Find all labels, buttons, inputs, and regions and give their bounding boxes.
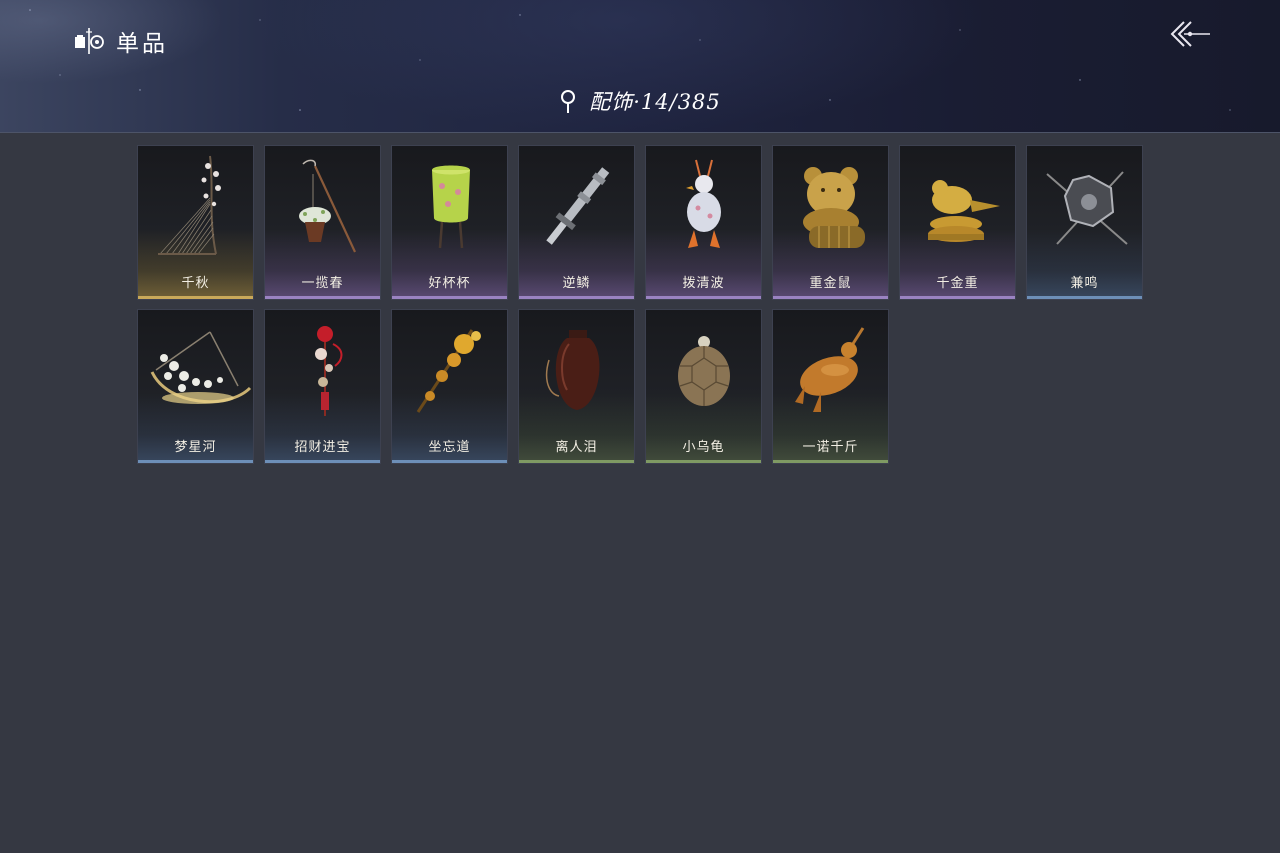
- item-name: 好杯杯: [428, 276, 471, 291]
- item-name: 一揽春: [301, 276, 344, 291]
- page-title-group: 单品: [72, 24, 168, 58]
- item-name: 千秋: [181, 276, 210, 291]
- item-card[interactable]: 重金鼠: [772, 145, 889, 300]
- golden-mouse-coins-icon: [803, 167, 865, 248]
- rarity-bar: [519, 460, 634, 463]
- rarity-bar: [392, 296, 507, 299]
- silver-sword-hilt-icon: [546, 167, 610, 245]
- item-name: 逆鳞: [562, 276, 591, 291]
- red-tassel-charm-icon: [315, 326, 343, 416]
- item-card[interactable]: 兼鸣: [1026, 145, 1143, 300]
- item-name: 小乌龟: [682, 440, 725, 455]
- item-card[interactable]: 好杯杯: [391, 145, 508, 300]
- rarity-bar: [773, 296, 888, 299]
- item-card[interactable]: 小乌龟: [645, 309, 762, 464]
- item-name: 兼鸣: [1070, 276, 1099, 291]
- item-name: 离人泪: [555, 440, 598, 455]
- rarity-bar: [265, 296, 380, 299]
- item-card[interactable]: 千金重: [899, 145, 1016, 300]
- item-name: 重金鼠: [809, 276, 852, 291]
- iron-shield-ornament-icon: [1046, 171, 1128, 245]
- wine-jar-icon: [545, 330, 600, 410]
- location-pin-icon: [561, 90, 576, 113]
- item-card[interactable]: 一揽春: [264, 145, 381, 300]
- item-card[interactable]: 离人泪: [518, 309, 635, 464]
- back-arrow-icon[interactable]: [1166, 18, 1212, 52]
- item-name: 梦星河: [174, 440, 217, 455]
- rarity-bar: [646, 296, 761, 299]
- collection-icon: [75, 28, 104, 54]
- roast-chicken-icon: [795, 327, 865, 412]
- item-card[interactable]: 拨清波: [645, 145, 762, 300]
- category-label: 配饰·14/385: [589, 90, 721, 114]
- green-cup-creature-icon: [432, 165, 470, 249]
- rarity-bar: [900, 296, 1015, 299]
- item-name: 坐忘道: [428, 440, 471, 455]
- page-title: 单品: [116, 31, 168, 57]
- golden-bird-coins-icon: [928, 180, 1000, 242]
- item-card[interactable]: 一诺千斤: [772, 309, 889, 464]
- item-name: 拨清波: [682, 276, 725, 291]
- harp-flower-branch-icon: [158, 155, 221, 255]
- flower-basket-pole-icon: [299, 159, 356, 253]
- turtle-icon: [678, 336, 730, 406]
- rarity-bar: [138, 460, 253, 463]
- item-name: 一诺千斤: [802, 440, 859, 455]
- rarity-bar: [519, 296, 634, 299]
- white-duck-icon: [686, 159, 721, 248]
- item-name: 千金重: [936, 276, 979, 291]
- rarity-bar: [646, 460, 761, 463]
- item-card[interactable]: 招财进宝: [264, 309, 381, 464]
- item-card[interactable]: 逆鳞: [518, 145, 635, 300]
- rarity-bar: [773, 460, 888, 463]
- item-name: 招财进宝: [294, 440, 351, 455]
- item-card[interactable]: 梦星河: [137, 309, 254, 464]
- rarity-bar: [265, 460, 380, 463]
- flower-swing-icon: [150, 331, 252, 404]
- item-card[interactable]: 坐忘道: [391, 309, 508, 464]
- item-card[interactable]: 千秋: [137, 145, 254, 300]
- rarity-bar: [1027, 296, 1142, 299]
- rarity-bar: [392, 460, 507, 463]
- header-banner: 单品 配饰·14/385: [0, 0, 1280, 133]
- category-indicator: 配饰·14/385: [0, 86, 1280, 116]
- golden-staff-icon: [416, 329, 481, 413]
- rarity-bar: [138, 296, 253, 299]
